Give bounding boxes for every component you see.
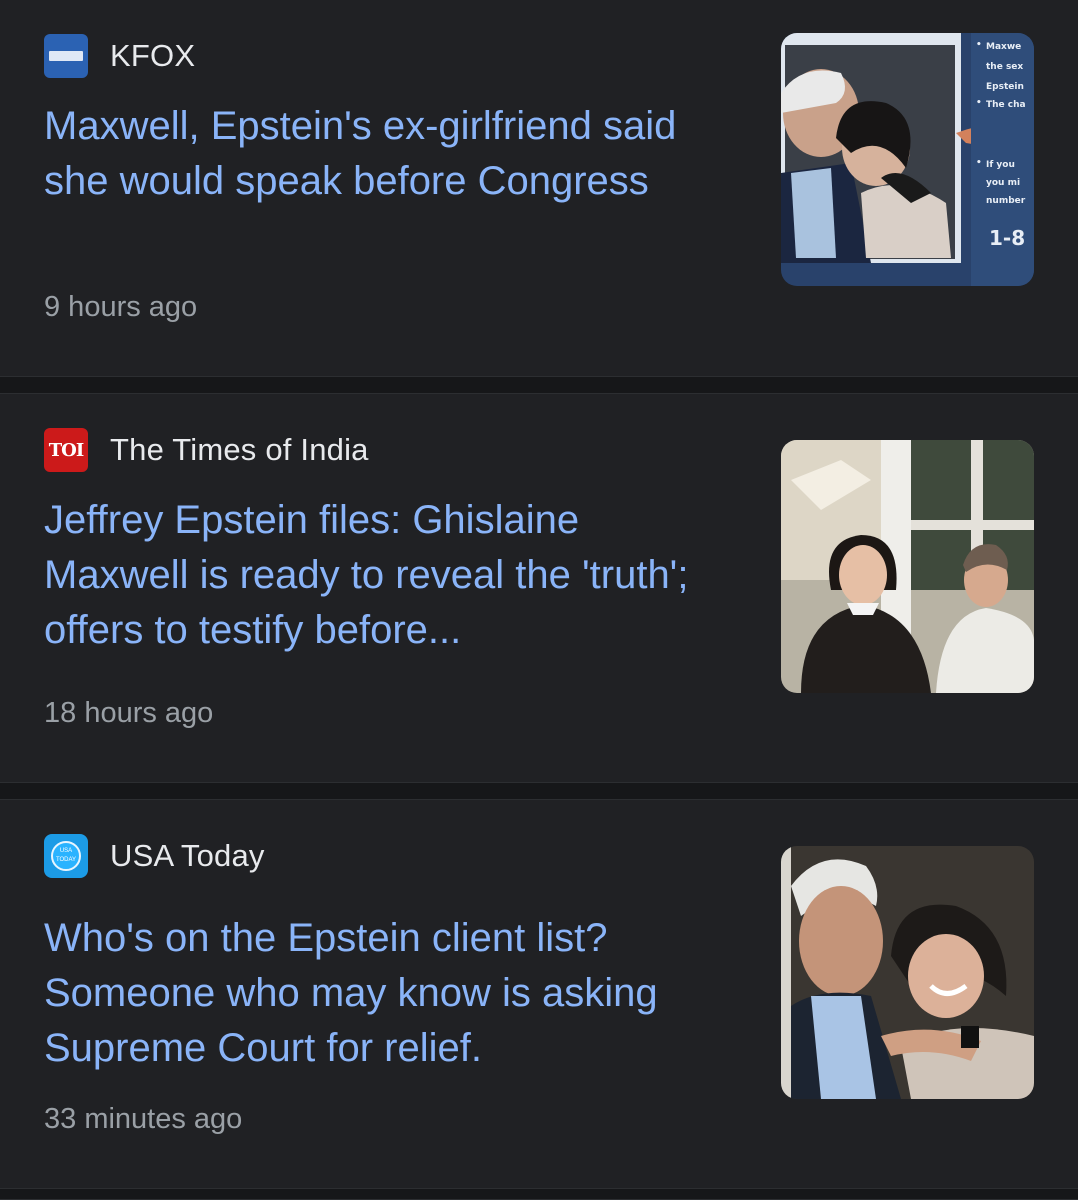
timestamp: 18 hours ago (44, 697, 214, 729)
thumb-text: Epstein (986, 82, 1024, 92)
source-row: KFOX (44, 34, 195, 78)
article-thumbnail[interactable] (781, 440, 1034, 693)
card-divider (0, 1188, 1078, 1200)
thumbnail-image: • Maxwe the sex Epstein • The cha • If y… (781, 33, 1034, 286)
toi-logo-icon: TOI (44, 428, 88, 472)
thumb-text: you mi (986, 178, 1020, 188)
source-row: USA TODAY USA Today (44, 834, 265, 878)
news-card-kfox[interactable]: KFOX Maxwell, Epstein's ex-girlfriend sa… (0, 0, 1078, 376)
card-divider (0, 782, 1078, 800)
thumb-text: If you (986, 160, 1015, 170)
source-name: The Times of India (110, 432, 369, 467)
headline-link[interactable]: Maxwell, Epstein's ex-girlfriend said sh… (44, 99, 734, 209)
source-row: TOI The Times of India (44, 428, 369, 472)
article-thumbnail[interactable]: • Maxwe the sex Epstein • The cha • If y… (781, 33, 1034, 286)
svg-text:•: • (976, 158, 982, 168)
thumb-text: 1-8 (989, 226, 1025, 250)
headline-link[interactable]: Who's on the Epstein client list? Someon… (44, 911, 734, 1076)
thumb-text: The cha (986, 100, 1026, 110)
usa-today-logo-icon: USA TODAY (44, 834, 88, 878)
thumb-text: number (986, 196, 1026, 206)
article-thumbnail[interactable] (781, 846, 1034, 1099)
card-divider (0, 376, 1078, 394)
timestamp: 33 minutes ago (44, 1103, 243, 1135)
svg-text:•: • (976, 40, 982, 50)
svg-text:•: • (976, 98, 982, 108)
kfox-logo-icon (44, 34, 88, 78)
headline-link[interactable]: Jeffrey Epstein files: Ghislaine Maxwell… (44, 493, 734, 658)
source-name: KFOX (110, 38, 196, 73)
news-card-usa-today[interactable]: USA TODAY USA Today Who's on the Epstein… (0, 800, 1078, 1188)
source-name: USA Today (110, 838, 265, 873)
thumbnail-image (781, 440, 1034, 693)
news-feed: KFOX Maxwell, Epstein's ex-girlfriend sa… (0, 0, 1078, 1200)
thumbnail-image (781, 846, 1034, 1099)
news-card-times-of-india[interactable]: TOI The Times of India Jeffrey Epstein f… (0, 394, 1078, 782)
thumb-text: Maxwe (986, 42, 1021, 52)
thumb-text: the sex (986, 62, 1023, 72)
timestamp: 9 hours ago (44, 291, 198, 323)
